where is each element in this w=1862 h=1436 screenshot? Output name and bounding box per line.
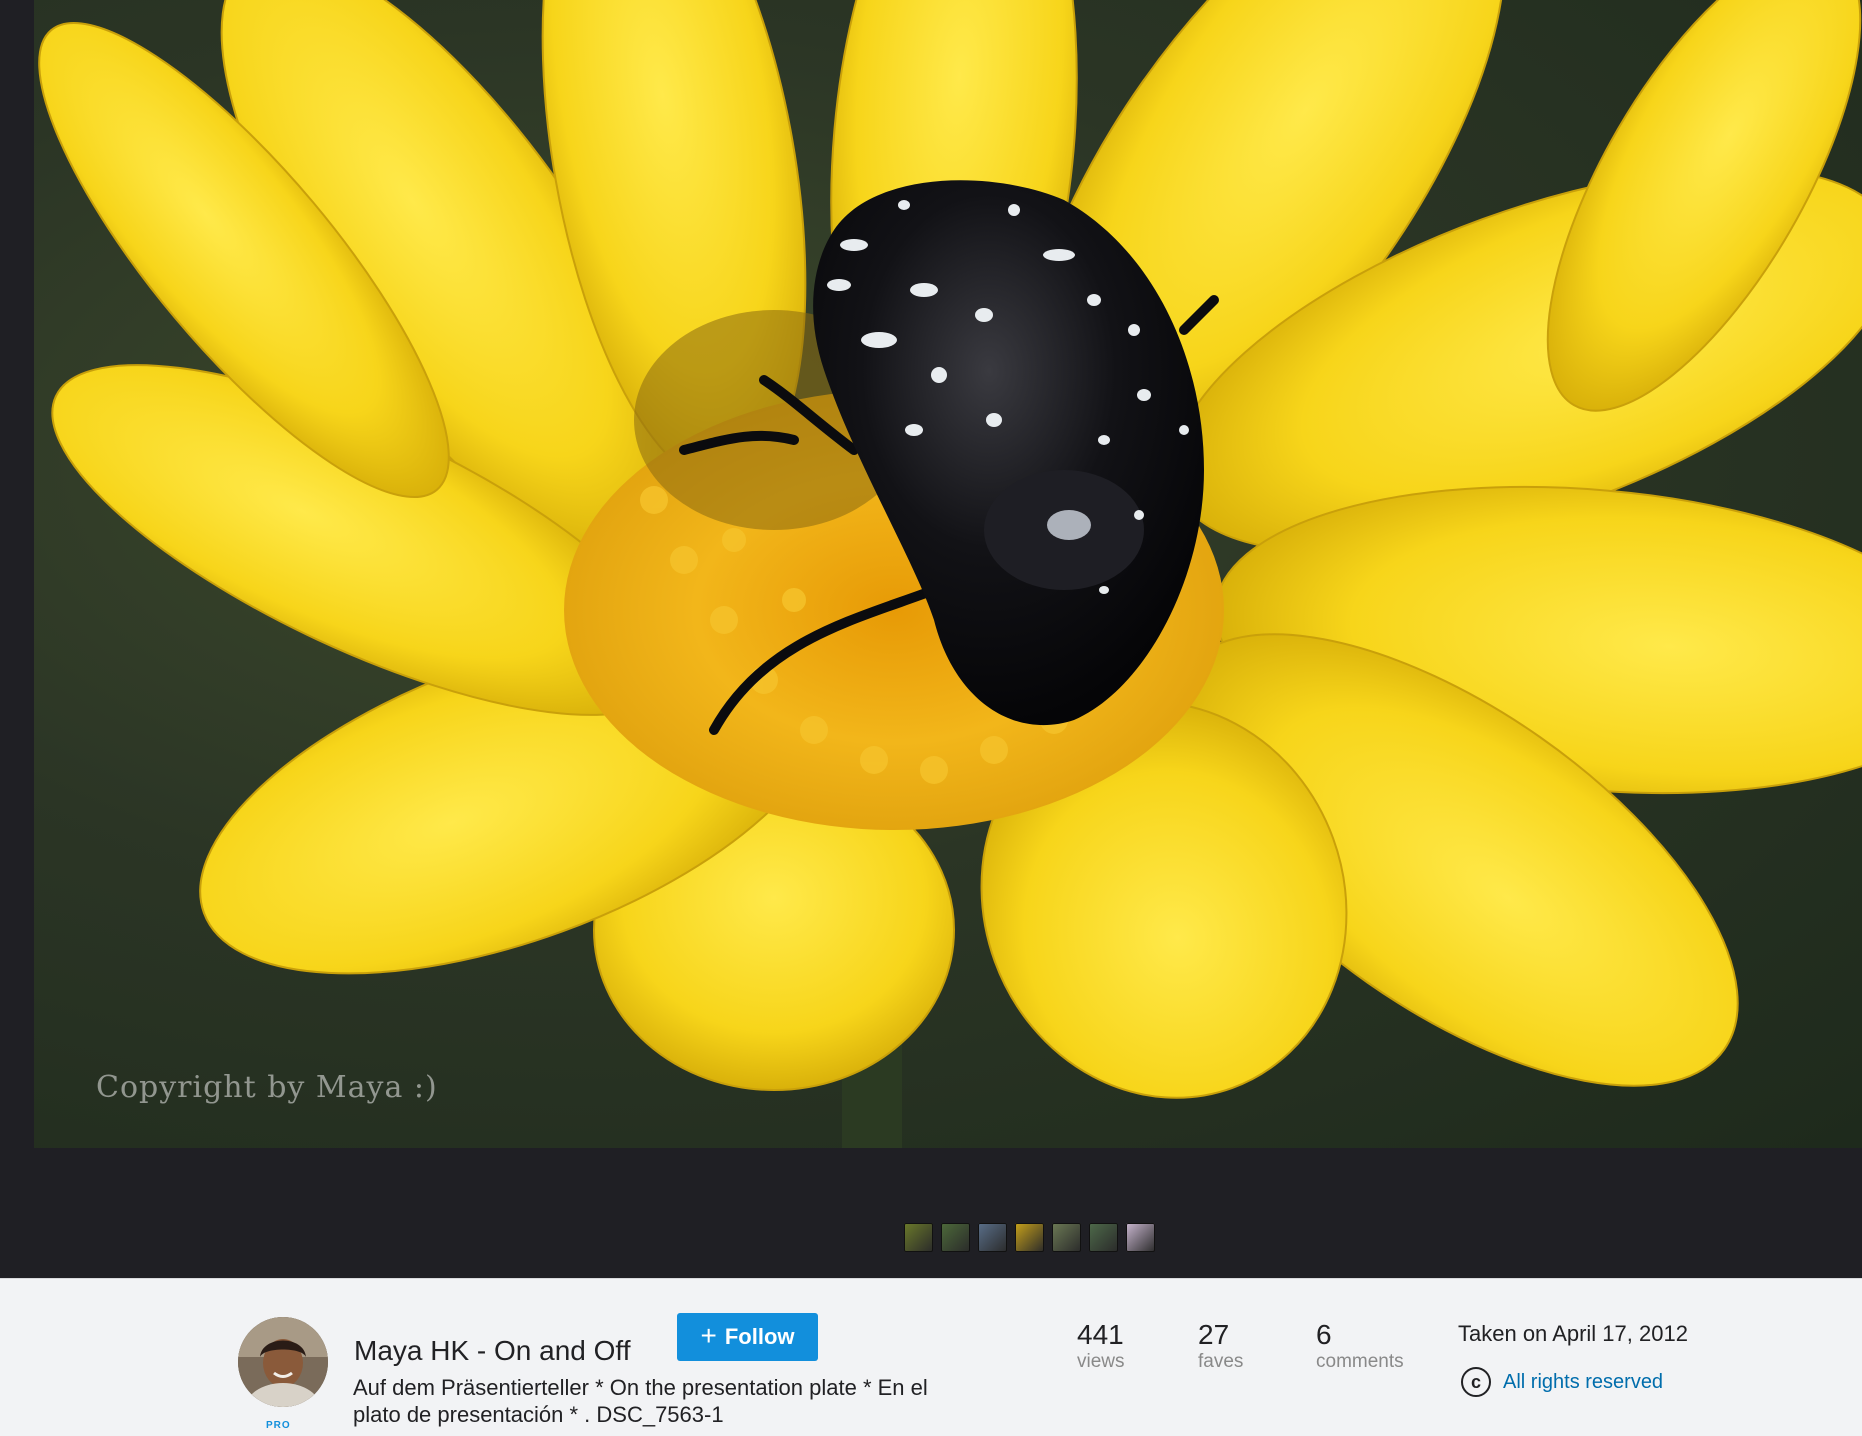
copyright-watermark: Copyright by Maya :) (96, 1070, 438, 1105)
avatar-portrait-icon (238, 1317, 328, 1407)
photo-illustration (38, 0, 1862, 1148)
filmstrip-thumb[interactable] (941, 1223, 970, 1252)
photo-info-bar: PRO Maya HK - On and Off + Follow Auf de… (0, 1278, 1862, 1436)
follow-button-label: Follow (724, 1324, 795, 1349)
license-link[interactable]: All rights reserved (1503, 1371, 1663, 1394)
filmstrip-thumb-current[interactable] (1015, 1223, 1044, 1252)
comments-count: 6 (1316, 1319, 1332, 1350)
plus-icon: + (700, 1319, 717, 1351)
comments-label: comments (1316, 1351, 1404, 1372)
filmstrip-thumb[interactable] (904, 1223, 933, 1252)
views-count: 441 (1077, 1319, 1124, 1350)
faves-count: 27 (1198, 1319, 1230, 1350)
stat-faves: 27 faves (1198, 1319, 1243, 1373)
license-info: c All rights reserved (1461, 1367, 1663, 1397)
faves-label: faves (1198, 1351, 1244, 1372)
stat-comments: 6 comments (1316, 1319, 1404, 1373)
follow-button[interactable]: + Follow (677, 1313, 818, 1361)
photo-stage: Copyright by Maya :) (0, 0, 1862, 1278)
copyright-icon: c (1461, 1367, 1491, 1397)
filmstrip-thumb[interactable] (1126, 1223, 1155, 1252)
taken-date[interactable]: Taken on April 17, 2012 (1458, 1321, 1688, 1347)
filmstrip-thumb[interactable] (1052, 1223, 1081, 1252)
stat-views: 441 views (1077, 1319, 1125, 1373)
owner-name-link[interactable]: Maya HK - On and Off (354, 1335, 631, 1367)
filmstrip-thumb[interactable] (978, 1223, 1007, 1252)
views-label: views (1077, 1351, 1125, 1372)
photo-title: Auf dem Präsentierteller * On the presen… (353, 1375, 928, 1427)
main-photo[interactable]: Copyright by Maya :) (34, 0, 1862, 1148)
owner-avatar[interactable] (238, 1317, 328, 1407)
filmstrip-thumb[interactable] (1089, 1223, 1118, 1252)
pro-badge: PRO (266, 1420, 291, 1431)
photostream-filmstrip (904, 1223, 1155, 1252)
